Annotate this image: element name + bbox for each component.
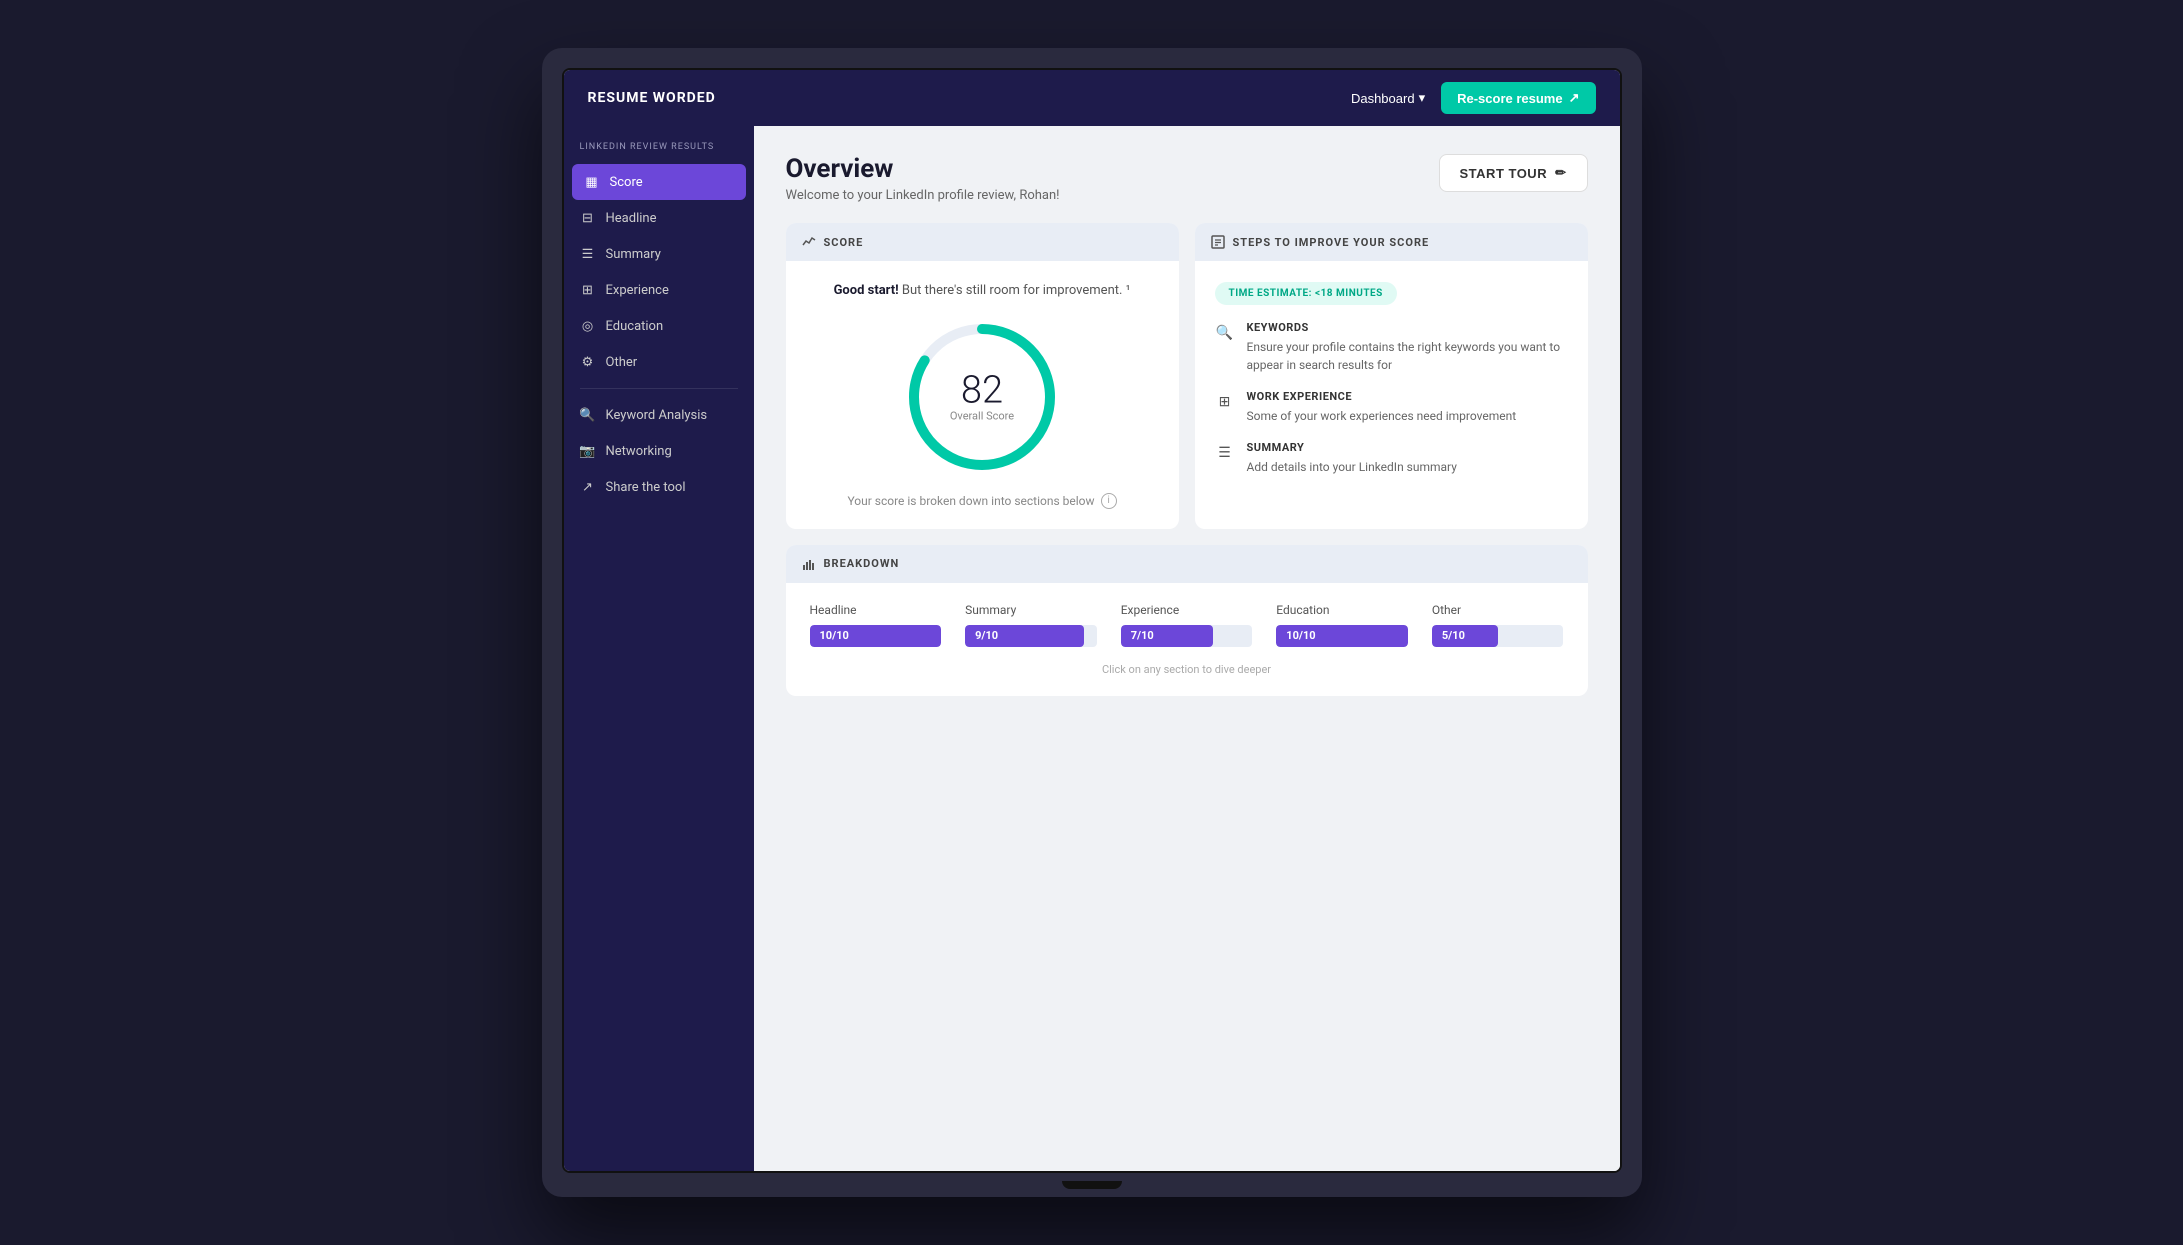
step-keywords: 🔍 KEYWORDS Ensure your profile contains … bbox=[1215, 321, 1568, 374]
breakdown-other-bar: 5/10 bbox=[1432, 625, 1564, 647]
breakdown-other[interactable]: Other 5/10 bbox=[1432, 603, 1564, 647]
sidebar-subtitle: LINKEDIN REVIEW RESULTS bbox=[564, 142, 754, 164]
breakdown-body: Headline 10/10 Summary bbox=[786, 583, 1588, 696]
score-card-header: SCORE bbox=[786, 223, 1179, 261]
score-circle: 82 Overall Score bbox=[902, 317, 1062, 477]
breakdown-education-label: Education bbox=[1276, 603, 1408, 617]
other-icon: ⚙ bbox=[580, 354, 596, 370]
breakdown-icon bbox=[802, 557, 816, 571]
sidebar-item-summary[interactable]: ☰ Summary bbox=[564, 236, 754, 272]
dashboard-button[interactable]: Dashboard ▾ bbox=[1351, 90, 1425, 106]
sidebar-item-score[interactable]: ▦ Score bbox=[572, 164, 746, 200]
sidebar-item-keyword-analysis[interactable]: 🔍 Keyword Analysis bbox=[564, 397, 754, 433]
info-icon: i bbox=[1101, 493, 1117, 509]
top-nav-right: Dashboard ▾ Re-score resume ↗ bbox=[1351, 82, 1596, 114]
breakdown-experience-label: Experience bbox=[1121, 603, 1253, 617]
networking-icon: 📷 bbox=[580, 443, 596, 459]
top-nav: RESUME WORDED Dashboard ▾ Re-score resum… bbox=[564, 70, 1620, 126]
score-sub-label: Overall Score bbox=[950, 409, 1014, 422]
keyword-icon: 🔍 bbox=[580, 407, 596, 423]
breakdown-footer: Click on any section to dive deeper bbox=[810, 663, 1564, 676]
steps-card-title: STEPS TO IMPROVE YOUR SCORE bbox=[1233, 236, 1430, 249]
score-icon: ▦ bbox=[584, 174, 600, 190]
experience-icon: ⊞ bbox=[580, 282, 596, 298]
sidebar-item-networking[interactable]: 📷 Networking bbox=[564, 433, 754, 469]
breakdown-headline-label: Headline bbox=[810, 603, 942, 617]
step-summary: ☰ SUMMARY Add details into your LinkedIn… bbox=[1215, 441, 1568, 476]
cards-row: SCORE Good start! But there's still room… bbox=[786, 223, 1588, 529]
steps-card-header: STEPS TO IMPROVE YOUR SCORE bbox=[1195, 223, 1588, 261]
page-header-text: Overview Welcome to your LinkedIn profil… bbox=[786, 154, 1060, 203]
breakdown-experience-bar: 7/10 bbox=[1121, 625, 1253, 647]
breakdown-headline[interactable]: Headline 10/10 bbox=[810, 603, 942, 647]
step-work-experience: ⊞ WORK EXPERIENCE Some of your work expe… bbox=[1215, 390, 1568, 425]
sidebar: LINKEDIN REVIEW RESULTS ▦ Score ⊟ Headli… bbox=[564, 126, 754, 1171]
sidebar-item-other[interactable]: ⚙ Other bbox=[564, 344, 754, 380]
sidebar-item-headline[interactable]: ⊟ Headline bbox=[564, 200, 754, 236]
chart-icon bbox=[802, 235, 816, 249]
breakdown-other-label: Other bbox=[1432, 603, 1564, 617]
breakdown-summary[interactable]: Summary 9/10 bbox=[965, 603, 1097, 647]
breakdown-experience-fill: 7/10 bbox=[1121, 625, 1213, 647]
sidebar-item-experience[interactable]: ⊞ Experience bbox=[564, 272, 754, 308]
keywords-title: KEYWORDS bbox=[1247, 321, 1568, 334]
breakdown-summary-bar: 9/10 bbox=[965, 625, 1097, 647]
score-card-body: Good start! But there's still room for i… bbox=[786, 261, 1179, 529]
work-experience-desc: Some of your work experiences need impro… bbox=[1247, 407, 1517, 425]
breakdown-card-title: BREAKDOWN bbox=[824, 557, 900, 570]
score-footer-text: Your score is broken down into sections … bbox=[806, 493, 1159, 509]
page-header: Overview Welcome to your LinkedIn profil… bbox=[786, 154, 1588, 203]
sidebar-divider bbox=[580, 388, 738, 389]
breakdown-summary-fill: 9/10 bbox=[965, 625, 1083, 647]
main-layout: LINKEDIN REVIEW RESULTS ▦ Score ⊟ Headli… bbox=[564, 126, 1620, 1171]
breakdown-grid: Headline 10/10 Summary bbox=[810, 603, 1564, 647]
breakdown-experience[interactable]: Experience 7/10 bbox=[1121, 603, 1253, 647]
keywords-desc: Ensure your profile contains the right k… bbox=[1247, 338, 1568, 374]
score-card: SCORE Good start! But there's still room… bbox=[786, 223, 1179, 529]
sidebar-item-share-the-tool[interactable]: ↗ Share the tool bbox=[564, 469, 754, 505]
breakdown-education[interactable]: Education 10/10 bbox=[1276, 603, 1408, 647]
brand-name: RESUME WORDED bbox=[588, 90, 716, 106]
share-icon: ↗ bbox=[580, 479, 596, 495]
time-badge: TIME ESTIMATE: <18 MINUTES bbox=[1215, 282, 1397, 305]
work-experience-title: WORK EXPERIENCE bbox=[1247, 390, 1517, 403]
breakdown-headline-bar: 10/10 bbox=[810, 625, 942, 647]
sidebar-item-education[interactable]: ◎ Education bbox=[564, 308, 754, 344]
keywords-icon: 🔍 bbox=[1215, 323, 1235, 343]
main-content: Overview Welcome to your LinkedIn profil… bbox=[754, 126, 1620, 1171]
breakdown-education-fill: 10/10 bbox=[1276, 625, 1408, 647]
breakdown-other-fill: 5/10 bbox=[1432, 625, 1498, 647]
score-circle-container: 82 Overall Score bbox=[806, 317, 1159, 477]
steps-card-body: TIME ESTIMATE: <18 MINUTES 🔍 KEYWORDS En… bbox=[1195, 261, 1588, 512]
breakdown-card-header: BREAKDOWN bbox=[786, 545, 1588, 583]
summary-step-title: SUMMARY bbox=[1247, 441, 1457, 454]
breakdown-card: BREAKDOWN Headline 10/10 bbox=[786, 545, 1588, 696]
breakdown-summary-label: Summary bbox=[965, 603, 1097, 617]
start-tour-button[interactable]: START TOUR ✏ bbox=[1439, 154, 1588, 192]
score-label: 82 Overall Score bbox=[950, 371, 1014, 422]
headline-icon: ⊟ bbox=[580, 210, 596, 226]
education-icon: ◎ bbox=[580, 318, 596, 334]
summary-icon: ☰ bbox=[580, 246, 596, 262]
score-card-title: SCORE bbox=[824, 236, 864, 249]
steps-icon bbox=[1211, 235, 1225, 249]
page-subtitle: Welcome to your LinkedIn profile review,… bbox=[786, 188, 1060, 203]
score-intro-text: Good start! But there's still room for i… bbox=[806, 281, 1159, 301]
steps-card: STEPS TO IMPROVE YOUR SCORE TIME ESTIMAT… bbox=[1195, 223, 1588, 529]
work-experience-icon: ⊞ bbox=[1215, 392, 1235, 412]
score-number: 82 bbox=[950, 371, 1014, 409]
page-title: Overview bbox=[786, 154, 1060, 184]
summary-step-icon: ☰ bbox=[1215, 443, 1235, 463]
breakdown-education-bar: 10/10 bbox=[1276, 625, 1408, 647]
summary-step-desc: Add details into your LinkedIn summary bbox=[1247, 458, 1457, 476]
rescore-button[interactable]: Re-score resume ↗ bbox=[1441, 82, 1595, 114]
breakdown-headline-fill: 10/10 bbox=[810, 625, 942, 647]
